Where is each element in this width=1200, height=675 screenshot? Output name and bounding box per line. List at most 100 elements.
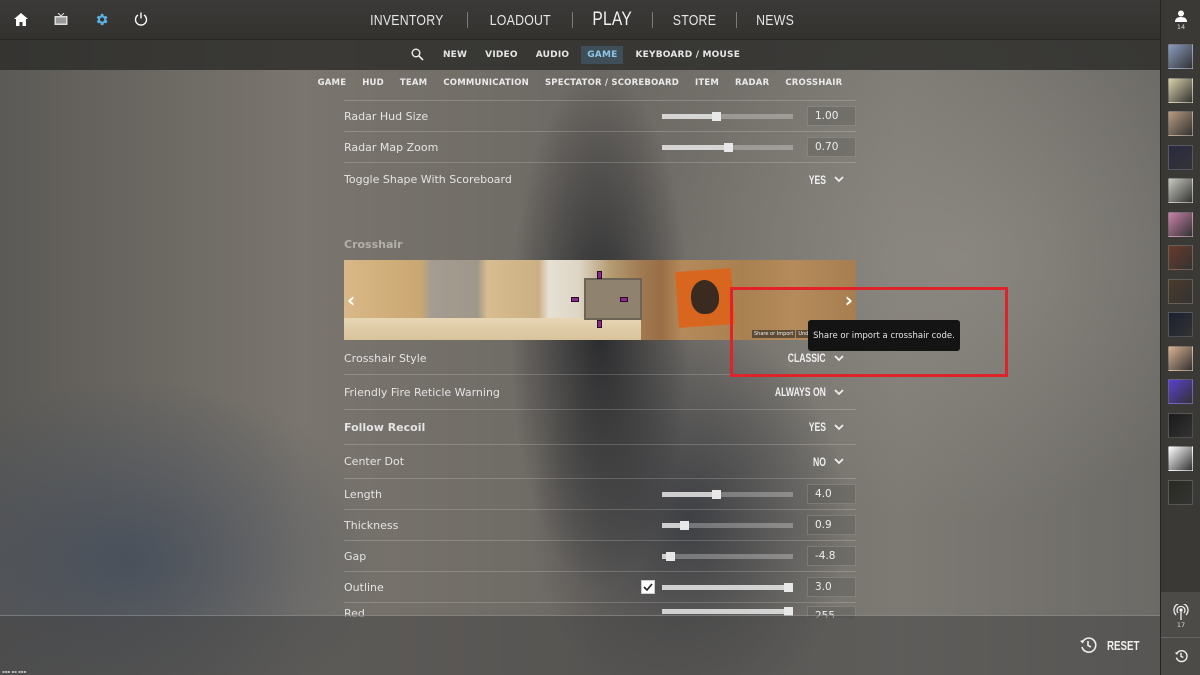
- crosshair-right-arm: [620, 297, 628, 302]
- dropdown-value: YES: [808, 420, 826, 434]
- radar-map-zoom-slider[interactable]: [662, 143, 793, 152]
- radar-hud-size-input[interactable]: 1.00: [807, 106, 856, 126]
- thickness-slider[interactable]: [662, 521, 793, 530]
- setting-label: Gap: [344, 549, 367, 563]
- setting-label: Length: [344, 487, 382, 501]
- nav-play[interactable]: PLAY: [580, 9, 644, 31]
- friend-avatar[interactable]: [1168, 111, 1193, 136]
- friend-avatar[interactable]: [1168, 144, 1193, 170]
- setting-label: Radar Hud Size: [344, 109, 429, 123]
- slider-knob[interactable]: [711, 490, 721, 499]
- chevron-down-icon: [834, 423, 844, 430]
- sidebar-bottom: 17: [1161, 592, 1200, 675]
- friend-avatar-list: [1168, 44, 1193, 505]
- top-navigation-bar: INVENTORY LOADOUT PLAY STORE NEWS: [0, 0, 1160, 40]
- friends-sidebar: 14 17: [1160, 0, 1200, 675]
- person-icon: [1175, 10, 1187, 22]
- search-icon[interactable]: [411, 46, 424, 65]
- setting-label: Friendly Fire Reticle Warning: [344, 385, 500, 399]
- friendly-fire-dropdown[interactable]: ALWAYS ON: [755, 385, 844, 399]
- nav-store[interactable]: STORE: [660, 12, 728, 29]
- setting-radar-map-zoom: Radar Map Zoom 0.70: [344, 131, 856, 162]
- preview-prev-arrow[interactable]: ‹: [347, 288, 355, 312]
- chevron-down-icon: [834, 458, 844, 465]
- tab-audio[interactable]: AUDIO: [530, 46, 575, 64]
- tab-new[interactable]: NEW: [437, 46, 473, 64]
- game-subsections: GAME HUD TEAM COMMUNICATION SPECTATOR / …: [0, 70, 1160, 96]
- friend-avatar[interactable]: [1168, 446, 1193, 471]
- crosshair-settings: Crosshair Style CLASSIC Friendly Fire Re…: [344, 342, 856, 618]
- friend-avatar[interactable]: [1168, 379, 1193, 404]
- bottom-bar: RESET: [0, 615, 1160, 675]
- dropdown-value: YES: [808, 172, 826, 187]
- friend-avatar[interactable]: [1168, 211, 1193, 237]
- nav-loadout[interactable]: LOADOUT: [477, 12, 563, 29]
- settings-tabs: NEW VIDEO AUDIO GAME KEYBOARD / MOUSE: [0, 40, 1160, 70]
- thickness-input[interactable]: 0.9: [807, 515, 856, 535]
- outline-checkbox[interactable]: [641, 580, 655, 594]
- broadcast-button[interactable]: 17: [1173, 604, 1189, 629]
- length-input[interactable]: 4.0: [807, 484, 856, 504]
- nav-separator: [572, 12, 574, 28]
- slider-knob[interactable]: [711, 112, 721, 121]
- tab-keyboard-mouse[interactable]: KEYBOARD / MOUSE: [629, 46, 746, 64]
- gap-slider[interactable]: [662, 552, 793, 561]
- subtab-communication[interactable]: COMMUNICATION: [443, 78, 529, 88]
- friend-avatar[interactable]: [1168, 44, 1193, 69]
- subtab-spectator-scoreboard[interactable]: SPECTATOR / SCOREBOARD: [545, 78, 679, 88]
- friend-avatar[interactable]: [1168, 178, 1193, 203]
- subtab-crosshair[interactable]: CROSSHAIR: [785, 78, 842, 88]
- friend-avatar[interactable]: [1168, 412, 1193, 438]
- tab-game[interactable]: GAME: [581, 46, 624, 64]
- red-slider[interactable]: [662, 607, 793, 616]
- radar-hud-size-slider[interactable]: [662, 112, 793, 121]
- history-reset-icon: [1079, 637, 1097, 653]
- friend-avatar[interactable]: [1168, 479, 1193, 505]
- setting-friendly-fire: Friendly Fire Reticle Warning ALWAYS ON: [344, 374, 856, 409]
- nav-inventory[interactable]: INVENTORY: [358, 12, 456, 29]
- dropdown-value: ALWAYS ON: [774, 385, 826, 399]
- dropdown-value: NO: [813, 454, 826, 469]
- friend-avatar[interactable]: [1168, 278, 1193, 304]
- friend-avatar[interactable]: [1168, 312, 1193, 337]
- subtab-team[interactable]: TEAM: [400, 78, 427, 88]
- subtab-radar[interactable]: RADAR: [735, 78, 769, 88]
- setting-label: Toggle Shape With Scoreboard: [344, 173, 512, 186]
- tab-video[interactable]: VIDEO: [479, 46, 524, 64]
- checkmark-icon: [643, 583, 653, 591]
- outline-input[interactable]: 3.0: [807, 577, 856, 597]
- subtab-hud[interactable]: HUD: [362, 78, 384, 88]
- friend-avatar[interactable]: [1168, 77, 1193, 103]
- slider-knob[interactable]: [665, 552, 675, 561]
- reset-button[interactable]: RESET: [1079, 636, 1150, 654]
- broadcast-count: 17: [1176, 621, 1186, 629]
- toggle-shape-dropdown[interactable]: YES: [802, 173, 844, 187]
- radar-map-zoom-input[interactable]: 0.70: [807, 137, 856, 157]
- subtab-game[interactable]: GAME: [318, 78, 347, 88]
- radar-settings: Radar Hud Size 1.00 Radar Map Zoom 0.70 …: [344, 100, 856, 196]
- slider-knob[interactable]: [723, 143, 733, 152]
- history-button[interactable]: [1174, 648, 1188, 667]
- length-slider[interactable]: [662, 490, 793, 499]
- center-dot-dropdown[interactable]: NO: [808, 455, 844, 469]
- friends-count: 14: [1176, 23, 1186, 31]
- friend-avatar[interactable]: [1168, 345, 1193, 371]
- setting-label: Center Dot: [344, 455, 405, 468]
- gap-input[interactable]: -4.8: [807, 546, 856, 566]
- version-text: ▪▪▪ ▪▪ ▪▪▪: [2, 669, 27, 674]
- follow-recoil-dropdown[interactable]: YES: [802, 420, 844, 434]
- slider-knob[interactable]: [680, 521, 690, 530]
- subtab-item[interactable]: ITEM: [695, 78, 719, 88]
- chevron-down-icon: [834, 176, 844, 183]
- setting-label: Outline: [344, 580, 384, 594]
- nav-news[interactable]: NEWS: [744, 12, 806, 29]
- friend-avatar[interactable]: [1168, 245, 1193, 270]
- friends-button[interactable]: 14: [1161, 10, 1200, 31]
- slider-knob[interactable]: [783, 583, 793, 592]
- setting-toggle-shape: Toggle Shape With Scoreboard YES: [344, 162, 856, 196]
- crosshair-section-title: Crosshair: [344, 238, 403, 251]
- setting-outline: Outline 3.0: [344, 571, 856, 602]
- setting-label: Radar Map Zoom: [344, 140, 439, 154]
- outline-slider[interactable]: [662, 583, 793, 592]
- setting-gap: Gap -4.8: [344, 540, 856, 571]
